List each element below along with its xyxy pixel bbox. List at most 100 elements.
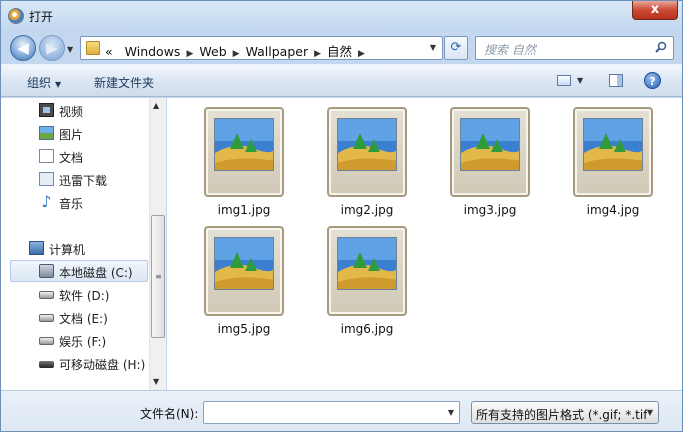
search-icon[interactable] [655, 41, 667, 53]
view-options-dropdown-icon[interactable]: ▼ [577, 76, 583, 85]
new-folder-button[interactable]: 新建文件夹 [94, 74, 154, 91]
title-bar: 打开 x [1, 1, 682, 31]
scroll-up-icon[interactable]: ▲ [153, 101, 159, 110]
sidebar-item-label: 文档 (E:) [59, 312, 108, 326]
landscape-image [337, 237, 397, 290]
file-name: img6.jpg [340, 322, 394, 336]
filename-label: 文件名(N): [140, 407, 199, 421]
address-dropdown-icon[interactable]: ▼ [430, 43, 436, 52]
sidebar-item-videos[interactable]: 视频 [1, 100, 149, 120]
chevron-right-icon[interactable]: ▶ [358, 49, 365, 59]
system-drive-icon [39, 264, 54, 278]
documents-icon [39, 149, 54, 163]
navigation-bar: ◀ ▶ ▼ « Windows ▶ Web ▶ Wallpaper ▶ 自然 ▶ ▼ ⟳ 搜索… [1, 31, 682, 63]
drive-icon [39, 314, 54, 322]
chevron-down-icon: ▼ [55, 80, 62, 89]
file-list: img1.jpg img2.jpg img3.jpg img4.jpg img5.jpg… [167, 98, 682, 390]
open-file-dialog: 打开 x ◀ ▶ ▼ « Windows ▶ Web ▶ Wallpaper ▶ 自然 ▶ ▼… [0, 0, 683, 432]
sidebar-item-computer[interactable]: 计算机 [1, 238, 149, 258]
change-view-icon[interactable] [557, 75, 571, 86]
video-icon [39, 103, 54, 117]
chevron-down-icon[interactable]: ▼ [646, 408, 653, 417]
sidebar-item-label: 计算机 [49, 243, 86, 257]
search-input[interactable]: 搜索 自然 [475, 36, 674, 60]
image-thumbnail-icon [204, 107, 284, 197]
chevron-right-icon[interactable]: ▶ [314, 49, 321, 59]
sidebar-item-drive-e[interactable]: 文档 (E:) [1, 307, 149, 327]
removable-drive-icon [39, 361, 54, 368]
search-placeholder: 搜索 自然 [484, 43, 536, 57]
downloads-icon [39, 172, 54, 186]
breadcrumb-item[interactable]: Web [199, 44, 226, 59]
window-title: 打开 [29, 10, 54, 24]
breadcrumb-item[interactable]: Wallpaper [246, 44, 309, 59]
sidebar-item-label: 文档 [59, 151, 84, 165]
address-bar[interactable]: « Windows ▶ Web ▶ Wallpaper ▶ 自然 ▶ ▼ [80, 36, 443, 60]
help-icon[interactable]: ? [644, 72, 661, 89]
sidebar-item-label: 娱乐 (F:) [59, 335, 107, 349]
app-icon [8, 8, 24, 24]
file-item[interactable]: img2.jpg [314, 107, 414, 222]
file-item[interactable]: img6.jpg [314, 226, 414, 341]
preview-pane-icon[interactable] [609, 74, 623, 87]
sidebar-item-pictures[interactable]: 图片 [1, 123, 149, 143]
image-thumbnail-icon [204, 226, 284, 316]
file-item[interactable]: img5.jpg [191, 226, 291, 341]
file-type-filter[interactable]: 所有支持的图片格式 (*.gif; *.tif ▼ [471, 401, 659, 424]
navigation-scrollbar[interactable]: ▲ ≡ ▼ [149, 98, 166, 390]
sidebar-item-drive-h[interactable]: 可移动磁盘 (H:) [1, 353, 149, 373]
sidebar-item-label: 音乐 [59, 197, 84, 211]
filename-field[interactable]: ▼ [203, 401, 460, 424]
sidebar-item-label: 本地磁盘 (C:) [59, 266, 133, 280]
organize-button[interactable]: 组织 ▼ [27, 74, 61, 91]
pictures-icon [39, 126, 54, 140]
command-toolbar: 组织 ▼ 新建文件夹 ▼ ? [1, 64, 682, 97]
file-type-filter-value: 所有支持的图片格式 (*.gif; *.tif [476, 408, 648, 422]
close-button[interactable]: x [632, 1, 678, 20]
organize-label: 组织 [27, 76, 52, 90]
file-item[interactable]: img1.jpg [191, 107, 291, 222]
chevron-right-icon[interactable]: ▶ [233, 49, 240, 59]
drive-icon [39, 337, 54, 345]
image-thumbnail-icon [327, 226, 407, 316]
filename-history-dropdown-icon[interactable]: ▼ [448, 408, 454, 417]
grip-icon: ≡ [155, 272, 162, 281]
sidebar-item-label: 图片 [59, 128, 84, 142]
sidebar-item-label: 可移动磁盘 (H:) [59, 358, 146, 372]
sidebar-item-music[interactable]: ♪ 音乐 [1, 192, 149, 212]
navigation-pane: 视频 图片 文档 迅雷下载 ♪ 音乐 计算机 本地磁盘 (C:) 软件 (D:)… [1, 98, 149, 390]
file-name: img3.jpg [463, 203, 517, 217]
landscape-image [337, 118, 397, 171]
scroll-thumb[interactable]: ≡ [151, 215, 165, 338]
sidebar-item-drive-d[interactable]: 软件 (D:) [1, 284, 149, 304]
image-thumbnail-icon [573, 107, 653, 197]
sidebar-item-label: 软件 (D:) [59, 289, 110, 303]
file-name: img5.jpg [217, 322, 271, 336]
forward-button[interactable]: ▶ [39, 35, 65, 61]
scroll-down-icon[interactable]: ▼ [153, 377, 159, 386]
landscape-image [460, 118, 520, 171]
footer-bar: 文件名(N): ▼ 所有支持的图片格式 (*.gif; *.tif ▼ [1, 390, 682, 431]
file-name: img2.jpg [340, 203, 394, 217]
music-icon: ♪ [41, 192, 52, 211]
image-thumbnail-icon [327, 107, 407, 197]
recent-pages-dropdown-icon[interactable]: ▼ [67, 45, 73, 54]
chevron-right-icon[interactable]: ▶ [186, 49, 193, 59]
landscape-image [214, 237, 274, 290]
back-button[interactable]: ◀ [10, 35, 36, 61]
refresh-button[interactable]: ⟳ [444, 36, 468, 60]
breadcrumb-item[interactable]: 自然 [327, 41, 352, 60]
image-thumbnail-icon [450, 107, 530, 197]
file-item[interactable]: img4.jpg [560, 107, 660, 222]
file-name: img1.jpg [217, 203, 271, 217]
file-item[interactable]: img3.jpg [437, 107, 537, 222]
sidebar-item-downloads[interactable]: 迅雷下载 [1, 169, 149, 189]
landscape-image [214, 118, 274, 171]
sidebar-item-documents[interactable]: 文档 [1, 146, 149, 166]
breadcrumb-overflow[interactable]: « [105, 44, 113, 59]
breadcrumb-item[interactable]: Windows [125, 44, 181, 59]
sidebar-item-drive-c[interactable]: 本地磁盘 (C:) [10, 260, 148, 282]
breadcrumb: « Windows ▶ Web ▶ Wallpaper ▶ 自然 ▶ [105, 41, 371, 60]
sidebar-item-label: 视频 [59, 105, 84, 119]
sidebar-item-drive-f[interactable]: 娱乐 (F:) [1, 330, 149, 350]
